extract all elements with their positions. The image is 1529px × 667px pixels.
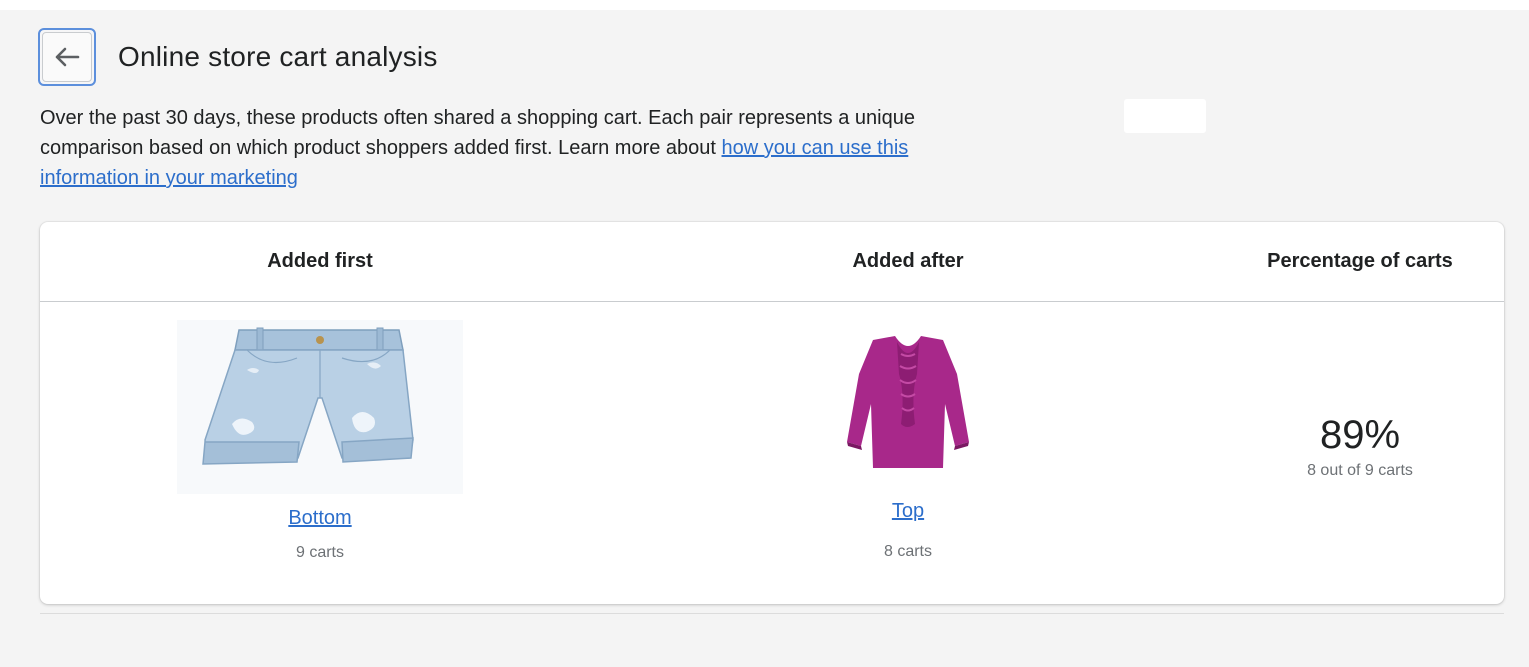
table-row: Bottom 9 carts	[177, 320, 463, 562]
cart-analysis-table: Added first Added after Percentage of ca…	[40, 222, 1504, 604]
page: Online store cart analysis Over the past…	[0, 10, 1529, 667]
back-button-inner	[42, 32, 92, 82]
denim-shorts-image[interactable]	[177, 320, 463, 494]
page-description: Over the past 30 days, these products of…	[40, 103, 920, 193]
back-button[interactable]	[38, 28, 96, 86]
product-cart-count: 8 carts	[883, 543, 932, 560]
product-after: Top 8 carts	[808, 334, 1008, 561]
product-cart-count: 9 carts	[295, 544, 344, 561]
product-link-top[interactable]: Top	[892, 500, 924, 523]
arrow-left-icon	[55, 47, 80, 67]
purple-blouse-image[interactable]	[845, 334, 971, 474]
percentage-value: 89%	[1319, 413, 1401, 457]
blank-patch	[1124, 99, 1206, 133]
header-divider	[40, 301, 1504, 302]
product-link-bottom[interactable]: Bottom	[288, 507, 351, 530]
product-first: Bottom 9 carts	[177, 320, 463, 562]
percentage-detail: 8 out of 9 carts	[1307, 462, 1413, 479]
column-header-percentage: Percentage of carts	[1267, 250, 1453, 272]
column-header-added-after: Added after	[852, 250, 964, 272]
divider	[40, 613, 1504, 614]
column-header-added-first: Added first	[267, 250, 373, 272]
page-title: Online store cart analysis	[118, 41, 438, 72]
percentage-cell: 89% 8 out of 9 carts	[1220, 412, 1500, 480]
